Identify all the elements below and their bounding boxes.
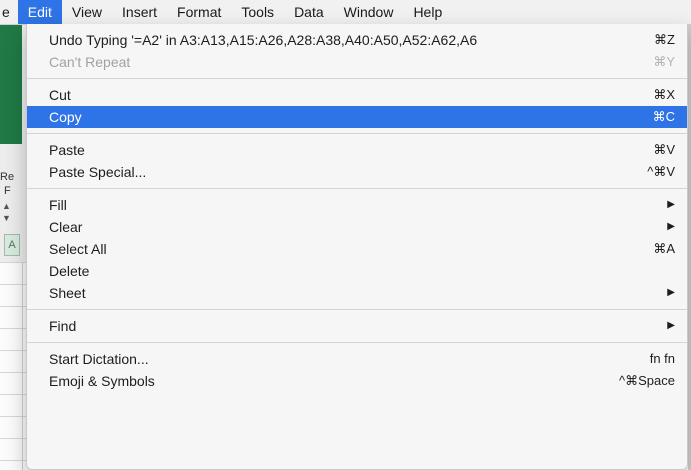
menu-format[interactable]: Format [167, 0, 231, 24]
menu-item-paste[interactable]: Paste ⌘V [27, 139, 687, 161]
menu-item-select-all[interactable]: Select All ⌘A [27, 238, 687, 260]
menu-data[interactable]: Data [284, 0, 334, 24]
menu-item-shortcut: fn fn [649, 351, 675, 366]
menu-item-copy[interactable]: Copy ⌘C [27, 106, 687, 128]
menu-separator [27, 78, 687, 79]
menu-item-shortcut: ⌘Y [653, 54, 675, 69]
menu-partial-item[interactable]: e [0, 0, 18, 24]
menu-item-undo[interactable]: Undo Typing '=A2' in A3:A13,A15:A26,A28:… [27, 29, 687, 51]
menu-item-fill[interactable]: Fill ▶ [27, 194, 687, 216]
menu-bar: e Edit View Insert Format Tools Data Win… [0, 0, 691, 25]
menu-item-label: Sheet [49, 285, 86, 301]
menu-item-emoji-symbols[interactable]: Emoji & Symbols ^⌘Space [27, 370, 687, 392]
excel-green-strip [0, 24, 22, 144]
menu-item-label: Clear [49, 219, 83, 235]
menu-item-clear[interactable]: Clear ▶ [27, 216, 687, 238]
menu-item-shortcut: ^⌘Space [619, 373, 675, 388]
menu-item-label: Select All [49, 241, 107, 257]
menu-item-label: Fill [49, 197, 67, 213]
submenu-arrow-icon: ▶ [667, 199, 675, 210]
stepper-control[interactable]: ▲ ▼ [2, 200, 12, 224]
stepper-up-icon[interactable]: ▲ [2, 200, 12, 212]
submenu-arrow-icon: ▶ [667, 320, 675, 331]
menu-separator [27, 133, 687, 134]
menu-item-label: Undo Typing '=A2' in A3:A13,A15:A26,A28:… [49, 32, 478, 48]
menu-item-find[interactable]: Find ▶ [27, 315, 687, 337]
menu-item-label: Cut [49, 87, 71, 103]
submenu-arrow-icon: ▶ [667, 221, 675, 232]
menu-item-label: Paste [49, 142, 85, 158]
menu-item-label: Can't Repeat [49, 54, 131, 70]
edit-menu-dropdown: Undo Typing '=A2' in A3:A13,A15:A26,A28:… [26, 24, 688, 470]
menu-item-shortcut: ⌘A [653, 241, 675, 256]
menu-item-shortcut: ⌘X [653, 87, 675, 102]
ribbon-label-re: Re [0, 171, 15, 183]
menu-edit[interactable]: Edit [17, 0, 62, 24]
menu-item-start-dictation[interactable]: Start Dictation... fn fn [27, 348, 687, 370]
menu-item-label: Copy [49, 109, 82, 125]
menu-insert[interactable]: Insert [112, 0, 167, 24]
menu-tools[interactable]: Tools [231, 0, 284, 24]
submenu-arrow-icon: ▶ [667, 287, 675, 298]
menu-item-shortcut: ⌘Z [654, 32, 675, 47]
menu-item-label: Emoji & Symbols [49, 373, 155, 389]
menu-item-sheet[interactable]: Sheet ▶ [27, 282, 687, 304]
menu-item-label: Find [49, 318, 77, 334]
menu-separator [27, 342, 687, 343]
menu-item-cut[interactable]: Cut ⌘X [27, 84, 687, 106]
menu-item-delete[interactable]: Delete [27, 260, 687, 282]
ribbon-partial-labels: Re F [0, 170, 14, 198]
menu-item-shortcut: ^⌘V [647, 164, 675, 179]
cell-reference[interactable]: A [4, 234, 20, 256]
menu-item-repeat: Can't Repeat ⌘Y [27, 51, 687, 73]
menu-view[interactable]: View [62, 0, 112, 24]
menu-item-shortcut: ⌘C [652, 109, 675, 124]
stepper-down-icon[interactable]: ▼ [2, 212, 12, 224]
menu-item-shortcut: ⌘V [653, 142, 675, 157]
menu-separator [27, 309, 687, 310]
menu-item-label: Paste Special... [49, 164, 147, 180]
menu-help[interactable]: Help [403, 0, 452, 24]
menu-item-paste-special[interactable]: Paste Special... ^⌘V [27, 161, 687, 183]
menu-separator [27, 188, 687, 189]
menu-window[interactable]: Window [334, 0, 404, 24]
grid-column-divider [22, 262, 23, 470]
ribbon-label-f: F [4, 185, 11, 197]
menu-item-label: Delete [49, 263, 90, 279]
menu-item-label: Start Dictation... [49, 351, 149, 367]
